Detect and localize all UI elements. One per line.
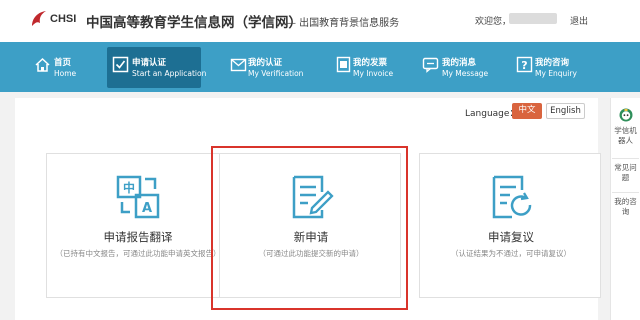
home-icon xyxy=(35,57,50,72)
translate-icon: 中 A xyxy=(116,175,160,219)
top-header: CHSI 中国高等教育学生信息网（学信网） — 出国教育背景信息服务 欢迎您， … xyxy=(0,0,640,42)
card-report-translation-title: 申请报告翻译 xyxy=(103,230,173,244)
nav-home-cn: 首页 xyxy=(54,58,72,68)
nav-my-enquiry-cn: 我的咨询 xyxy=(535,58,570,68)
welcome-text: 欢迎您， xyxy=(475,17,512,27)
language-english-button[interactable]: English xyxy=(546,103,585,119)
refresh-document-icon xyxy=(492,175,532,219)
nav-my-invoice-cn: 我的发票 xyxy=(353,58,388,68)
nav-my-invoice[interactable]: 我的发票 My Invoice xyxy=(333,42,403,92)
site-title[interactable]: 中国高等教育学生信息网（学信网） xyxy=(86,11,302,31)
svg-text:A: A xyxy=(142,201,152,216)
svg-text:?: ? xyxy=(521,59,527,72)
nav-start-application-cn: 申请认证 xyxy=(132,58,167,68)
logout-link[interactable]: 退出 xyxy=(570,14,588,27)
robot-icon[interactable] xyxy=(619,108,633,122)
card-reconsideration-desc: （认证结果为不通过，可申请复议） xyxy=(451,249,571,258)
nav-my-enquiry-en: My Enquiry xyxy=(535,69,577,78)
card-reconsideration[interactable]: 申请复议 （认证结果为不通过，可申请复议） xyxy=(419,153,601,298)
language-label: Language： xyxy=(465,109,519,119)
checkbox-icon xyxy=(112,56,129,73)
nav-my-invoice-en: My Invoice xyxy=(353,69,394,78)
sidebar-my-enquiry[interactable]: 我的咨询 xyxy=(612,192,639,217)
nav-home[interactable]: 首页 Home xyxy=(28,42,88,92)
card-report-translation-desc: （已持有中文报告，可通过此功能申请英文报告） xyxy=(55,249,221,258)
nav-my-verification[interactable]: 我的认证 My Verification xyxy=(228,42,310,92)
svg-text:中: 中 xyxy=(123,180,135,195)
highlight-box xyxy=(211,146,408,310)
nav-my-message-cn: 我的消息 xyxy=(442,58,477,68)
question-icon: ? xyxy=(516,56,533,73)
username-blurred xyxy=(509,13,557,24)
language-chinese-button[interactable]: 中文 xyxy=(512,103,542,119)
nav-start-application-en: Start an Application xyxy=(132,69,207,78)
logo-text: CHSI xyxy=(50,13,77,25)
nav-home-en: Home xyxy=(54,69,77,78)
chsi-logo-icon[interactable] xyxy=(28,8,50,30)
main-nav: 首页 Home 申请认证 Start an Application 我的认证 M… xyxy=(0,42,640,92)
message-icon xyxy=(422,57,439,73)
site-subtitle: — 出国教育背景信息服务 xyxy=(286,18,400,29)
nav-my-message-en: My Message xyxy=(442,69,489,78)
nav-my-enquiry[interactable]: ? 我的咨询 My Enquiry xyxy=(514,42,586,92)
invoice-icon xyxy=(336,56,351,73)
sidebar-robot-label[interactable]: 学信机器人 xyxy=(612,126,639,146)
card-reconsideration-title: 申请复议 xyxy=(488,230,534,244)
nav-my-verification-cn: 我的认证 xyxy=(248,58,283,68)
sidebar-faq[interactable]: 常见问题 xyxy=(612,158,639,183)
nav-start-application[interactable]: 申请认证 Start an Application xyxy=(107,47,206,88)
nav-my-message[interactable]: 我的消息 My Message xyxy=(422,42,494,92)
nav-my-verification-en: My Verification xyxy=(248,69,304,78)
card-report-translation[interactable]: 中 A 申请报告翻译 （已持有中文报告，可通过此功能申请英文报告） xyxy=(46,153,228,298)
mail-icon xyxy=(230,58,247,72)
